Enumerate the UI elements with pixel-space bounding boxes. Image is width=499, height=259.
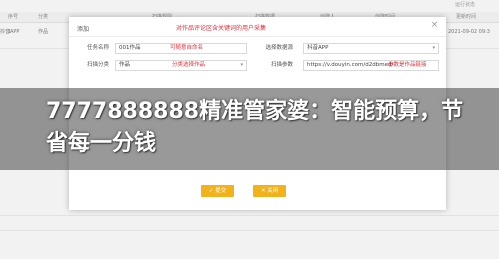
chevron-down-icon: ▾ <box>240 62 243 68</box>
overlay-headline: 7777888888精准管家婆：智能预算，节省每一分钱 <box>46 99 464 156</box>
table-row-divider <box>0 230 499 240</box>
task-name-annotation: 可随意自命名 <box>170 45 204 51</box>
bg-top-label: 运行状态 <box>455 2 476 8</box>
scan-params-value: https://v.douyin.com/d2dbmed/ <box>307 62 394 68</box>
source-value: 抖音APP <box>307 45 329 51</box>
scan-params-label: 扫描参数 <box>270 62 293 68</box>
table-row-divider <box>0 215 499 225</box>
row-date: 2021-09-02 09:3 <box>448 29 490 35</box>
source-select[interactable]: 抖音APP ▾ <box>303 43 439 54</box>
row-type: 作品 <box>38 29 49 35</box>
column-header: 序号 <box>8 14 19 20</box>
form-row-scan: 扫描分类 作品 ▾ 分类选择作品 扫描参数 https://v.douyin.c… <box>69 60 446 74</box>
modal-title-annotation: 对作品评论区含关键词的用户采集 <box>176 25 267 32</box>
task-name-value: 001作品 <box>119 45 141 51</box>
modal-buttons: ✓ 提交 ✕ 关闭 <box>69 185 446 199</box>
scan-category-label: 扫描分类 <box>86 62 109 68</box>
task-name-label: 任务名称 <box>86 45 109 51</box>
row-app: 抖音APP <box>0 29 20 35</box>
source-label: 选择数据源 <box>265 45 293 51</box>
modal-title: 添加 <box>77 26 90 33</box>
column-header: 更新时间 <box>456 14 477 20</box>
close-button[interactable]: ✕ 关闭 <box>253 185 286 197</box>
column-header: 分类 <box>38 14 49 20</box>
form-row-task-name: 任务名称 001作品 可随意自命名 选择数据源 抖音APP ▾ <box>69 43 446 57</box>
modal-header: 添加 对作品评论区含关键词的用户采集 × <box>69 17 446 37</box>
close-icon[interactable]: × <box>430 21 439 30</box>
scan-category-annotation: 分类选择作品 <box>172 62 206 68</box>
scan-params-annotation: 参数是作品链接 <box>388 62 427 68</box>
scan-category-value: 作品 <box>119 62 131 68</box>
submit-button[interactable]: ✓ 提交 <box>201 185 234 197</box>
chevron-down-icon: ▾ <box>432 45 435 51</box>
